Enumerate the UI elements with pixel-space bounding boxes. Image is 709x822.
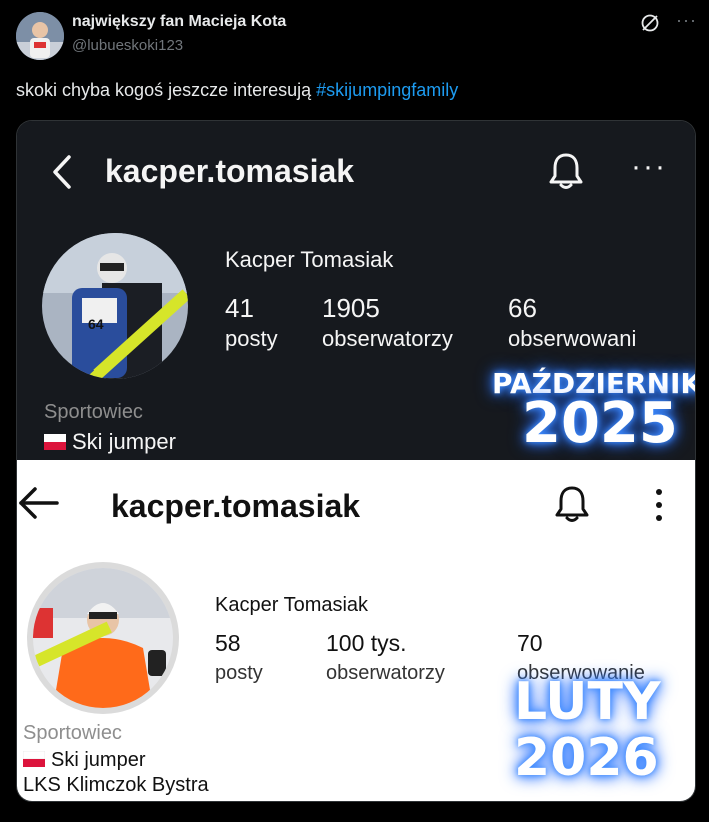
profile-category: Sportowiec [44, 401, 143, 423]
profile-handle-light: kacper.tomasiak [111, 488, 361, 524]
posts-label: posty [225, 326, 278, 351]
tweet-handle[interactable]: @lubueskoki123 [72, 37, 183, 54]
bio-text: Ski jumper [72, 429, 176, 454]
following-count: 66 [508, 293, 537, 323]
profile-bio: Ski jumper [44, 429, 176, 455]
profile-picture: 64 [42, 233, 188, 379]
svg-text:64: 64 [88, 316, 104, 332]
followers-count: 1905 [322, 293, 380, 323]
kebab-menu-icon [656, 489, 662, 521]
poland-flag-icon [44, 434, 66, 450]
bio-text-light: Ski jumper [51, 749, 146, 771]
instagram-profile-light: kacper.tomasiak Kacper Tomasiak 58 posty… [17, 460, 695, 801]
posts-count: 41 [225, 293, 254, 323]
arrow-left-icon [19, 487, 59, 519]
tweet-media-image[interactable]: kacper.tomasiak ··· 64 Kacper Tomasiak 4… [16, 120, 696, 802]
overlay-year-label: 2025 [522, 391, 678, 456]
chevron-left-icon [53, 155, 71, 189]
profile-club: LKS Klimczok Bystra [23, 774, 209, 796]
profile-category-light: Sportowiec [23, 722, 122, 744]
posts-label-light: posty [215, 662, 263, 684]
more-icon[interactable]: ··· [676, 10, 697, 31]
avatar[interactable] [16, 12, 64, 60]
poland-flag-icon-light [23, 751, 45, 767]
following-label: obserwowani [508, 326, 637, 351]
followers-count-light: 100 tys. [326, 630, 407, 656]
overlay-year-label-light: 2026 [514, 728, 659, 788]
followers-label-light: obserwatorzy [326, 662, 445, 684]
grok-icon[interactable] [640, 13, 660, 33]
tweet-body: skoki chyba kogoś jeszcze interesują [16, 80, 312, 100]
bell-icon [549, 153, 583, 189]
profile-bio-light: Ski jumper [23, 749, 145, 772]
following-count-light: 70 [517, 630, 543, 656]
bell-icon-light [555, 486, 589, 522]
followers-label: obserwatorzy [322, 326, 453, 351]
profile-picture-light [33, 568, 173, 708]
overlay-month-label-light: LUTY [514, 672, 661, 732]
tweet-username[interactable]: największy fan Macieja Kota [72, 13, 286, 31]
more-options-icon: ··· [631, 150, 667, 183]
profile-handle: kacper.tomasiak [105, 153, 355, 189]
tweet-text: skoki chyba kogoś jeszcze interesują #sk… [16, 80, 458, 101]
hashtag-link[interactable]: #skijumpingfamily [316, 80, 458, 100]
profile-name: Kacper Tomasiak [225, 247, 394, 272]
posts-count-light: 58 [215, 630, 241, 656]
profile-name-light: Kacper Tomasiak [215, 594, 369, 616]
instagram-profile-dark: kacper.tomasiak ··· 64 Kacper Tomasiak 4… [17, 121, 695, 460]
